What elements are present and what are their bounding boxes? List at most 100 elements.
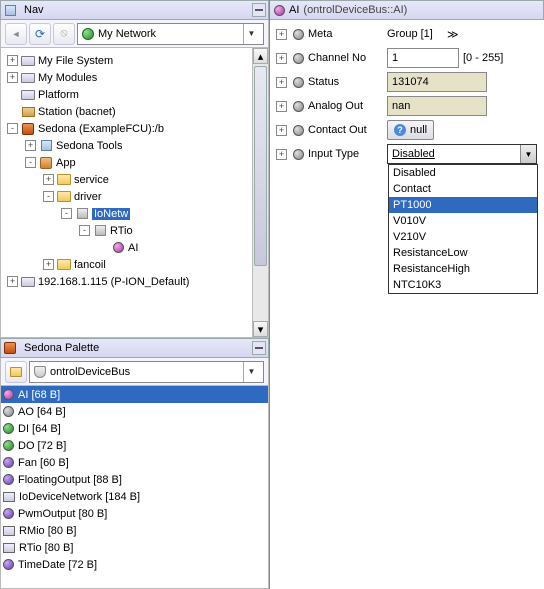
- tree-expander[interactable]: -: [25, 157, 36, 168]
- dropdown-option[interactable]: ResistanceHigh: [389, 261, 537, 277]
- palette-minimize-button[interactable]: [252, 341, 266, 355]
- palette-item[interactable]: DI [64 B]: [1, 420, 268, 437]
- dropdown-option[interactable]: V010V: [389, 213, 537, 229]
- tree-expander[interactable]: -: [61, 208, 72, 219]
- tree-expander[interactable]: +: [25, 140, 36, 151]
- purple-icon: [3, 457, 14, 468]
- status-field: 131074: [387, 72, 487, 92]
- tree-row[interactable]: +Sedona Tools: [3, 137, 266, 154]
- tree-label: Platform: [38, 89, 79, 101]
- palette-item[interactable]: Fan [60 B]: [1, 454, 268, 471]
- tree-row[interactable]: AI: [3, 239, 266, 256]
- palette-list[interactable]: AI [68 B] AO [64 B] DI [64 B] DO [72 B] Fan …: [0, 386, 269, 589]
- contactout-null-button[interactable]: ?null: [387, 120, 434, 140]
- palette-item[interactable]: DO [72 B]: [1, 437, 268, 454]
- tree-expander[interactable]: -: [7, 123, 18, 134]
- network-combo-arrow[interactable]: [243, 24, 259, 44]
- dropdown-option[interactable]: Contact: [389, 181, 537, 197]
- ai-header-icon: [274, 5, 285, 16]
- nav-tree-scrollbar[interactable]: ▴ ▾: [252, 48, 268, 337]
- network-combo[interactable]: My Network: [77, 23, 264, 45]
- inputtype-dropdown[interactable]: DisabledContactPT1000V010VV210VResistanc…: [388, 164, 538, 294]
- inputtype-arrow[interactable]: [520, 145, 536, 163]
- tree-row[interactable]: -IoNetw: [3, 205, 266, 222]
- palette-item[interactable]: RTio [80 B]: [1, 539, 268, 556]
- tree-row[interactable]: + My File System: [3, 52, 266, 69]
- drive-icon: [21, 275, 35, 289]
- palette-item-label: TimeDate [72 B]: [18, 559, 97, 571]
- palette-item[interactable]: AI [68 B]: [1, 386, 268, 403]
- fold-icon: [57, 258, 71, 272]
- scroll-up-button[interactable]: ▴: [253, 48, 268, 64]
- tree-row[interactable]: + fancoil: [3, 256, 266, 273]
- tree-row[interactable]: +192.168.1.115 (P-ION_Default): [3, 273, 266, 290]
- expand-channel[interactable]: +: [276, 53, 287, 64]
- tree-expander[interactable]: +: [7, 55, 18, 66]
- tree-label: Station (bacnet): [38, 106, 116, 118]
- inputtype-select[interactable]: Disabled DisabledContactPT1000V010VV210V…: [387, 144, 537, 164]
- bucket-icon: [34, 366, 46, 378]
- palette-open-button[interactable]: [5, 361, 27, 383]
- tree-row[interactable]: -RTio: [3, 222, 266, 239]
- meta-more-button[interactable]: ≫: [447, 28, 459, 41]
- tree-row[interactable]: -App: [3, 154, 266, 171]
- dropdown-option[interactable]: NTC10K3: [389, 277, 537, 293]
- palette-item-label: AO [64 B]: [18, 406, 66, 418]
- sq-icon: [3, 526, 15, 536]
- tree-row[interactable]: +My Modules: [3, 69, 266, 86]
- meta-icon: [293, 29, 304, 40]
- inputtype-icon: [293, 149, 304, 160]
- tree-expander[interactable]: +: [7, 72, 18, 83]
- tree-row[interactable]: +service: [3, 171, 266, 188]
- drive-icon: [21, 54, 35, 68]
- inputtype-value: Disabled: [388, 148, 520, 160]
- tree-row[interactable]: -Sedona (ExampleFCU):/b: [3, 120, 266, 137]
- expand-contactout[interactable]: +: [276, 125, 287, 136]
- palette-item[interactable]: FloatingOutput [88 B]: [1, 471, 268, 488]
- palette-item-label: IoDeviceNetwork [184 B]: [19, 491, 140, 503]
- nav-stop-button[interactable]: [53, 23, 75, 45]
- tree-expander[interactable]: +: [43, 259, 54, 270]
- tree-label: My File System: [38, 55, 113, 67]
- expand-analogout[interactable]: +: [276, 101, 287, 112]
- expand-inputtype[interactable]: +: [276, 149, 287, 160]
- tree-expander[interactable]: -: [79, 225, 90, 236]
- palette-item[interactable]: AO [64 B]: [1, 403, 268, 420]
- nav-back-button[interactable]: [5, 23, 27, 45]
- tree-expander[interactable]: +: [7, 276, 18, 287]
- palette-item-label: FloatingOutput [88 B]: [18, 474, 122, 486]
- tree-row[interactable]: Platform: [3, 86, 266, 103]
- nav-refresh-button[interactable]: [29, 23, 51, 45]
- expand-status[interactable]: +: [276, 77, 287, 88]
- palette-item[interactable]: PwmOutput [80 B]: [1, 505, 268, 522]
- nav-minimize-button[interactable]: [252, 3, 266, 17]
- palette-item[interactable]: IoDeviceNetwork [184 B]: [1, 488, 268, 505]
- scroll-down-button[interactable]: ▾: [253, 321, 268, 337]
- tree-row[interactable]: -driver: [3, 188, 266, 205]
- dropdown-option[interactable]: Disabled: [389, 165, 537, 181]
- tree-expander: [97, 242, 108, 253]
- palette-combo[interactable]: ontrolDeviceBus: [29, 361, 264, 383]
- palette-item[interactable]: TimeDate [72 B]: [1, 556, 268, 573]
- tree-label: AI: [128, 242, 138, 254]
- palette-item[interactable]: RMio [80 B]: [1, 522, 268, 539]
- network-combo-value: My Network: [98, 28, 239, 40]
- dropdown-option[interactable]: PT1000: [389, 197, 537, 213]
- purple-icon: [3, 559, 14, 570]
- tree-expander[interactable]: -: [43, 191, 54, 202]
- dropdown-option[interactable]: V210V: [389, 229, 537, 245]
- scroll-thumb[interactable]: [254, 66, 267, 266]
- palette-item-label: DO [72 B]: [18, 440, 66, 452]
- tree-label: fancoil: [74, 259, 106, 271]
- sq-icon: [3, 543, 15, 553]
- channel-input[interactable]: 1: [387, 48, 459, 68]
- nav-tree[interactable]: + My File System +My Modules Platform Statio…: [0, 48, 269, 338]
- tree-row[interactable]: Station (bacnet): [3, 103, 266, 120]
- palette-combo-arrow[interactable]: [243, 362, 259, 382]
- status-icon: [293, 77, 304, 88]
- dropdown-option[interactable]: ResistanceLow: [389, 245, 537, 261]
- palette-panel-header: Sedona Palette: [0, 338, 269, 358]
- contactout-icon: [293, 125, 304, 136]
- expand-meta[interactable]: +: [276, 29, 287, 40]
- tree-expander[interactable]: +: [43, 174, 54, 185]
